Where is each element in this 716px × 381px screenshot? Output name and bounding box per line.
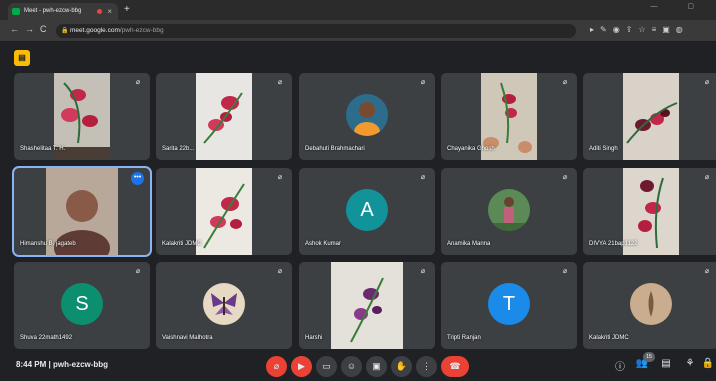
mic-muted-icon: ⌀ (562, 79, 568, 86)
participant-count-badge: 15 (643, 352, 655, 362)
mic-muted-icon: ⌀ (135, 268, 141, 275)
participant-tile[interactable]: ⌀ Kalakriti JDMC (583, 262, 716, 349)
new-tab-button[interactable]: + (124, 3, 130, 17)
participant-tile[interactable]: ⌀ Harshi (299, 262, 435, 349)
participant-name: Ashok Kumar (305, 241, 342, 247)
mic-muted-icon: ⌀ (135, 79, 141, 86)
camera-toggle-button[interactable]: ▶ (291, 356, 312, 377)
participant-name: Aditi Singh (589, 146, 618, 152)
meet-area: ▤ ⌀ Shashelitaa T. H. ⌀ Sarita 22b... ⌀ … (0, 42, 716, 381)
meet-favicon-icon (12, 8, 20, 15)
meeting-code: pwh-ezcw-bbg (52, 360, 109, 369)
more-options-button[interactable]: ••• (131, 172, 144, 185)
participant-name: DIVYA 21bap1122 (589, 241, 638, 247)
mic-muted-icon: ⌀ (277, 268, 283, 275)
mic-muted-icon: ⌀ (704, 268, 710, 275)
participant-tile[interactable]: ⌀ Shashelitaa T. H. (14, 73, 150, 160)
avatar: S (61, 282, 103, 325)
mic-muted-icon: ⌀ (562, 268, 568, 275)
video-feed (196, 73, 252, 160)
participant-name: Harshi (305, 335, 323, 341)
avatar (488, 188, 530, 231)
separator: | (48, 360, 51, 369)
more-options-icon[interactable]: ⋮ (416, 356, 437, 377)
leave-call-button[interactable]: ☎ (441, 356, 469, 377)
meeting-time: 8:44 PM (16, 360, 47, 369)
recording-dot-icon (97, 9, 102, 14)
avatar (346, 93, 388, 136)
browser-tab-strip: Meet - pwh-ezcw-bbg × + — ▢ (0, 0, 716, 20)
participant-name: Shashelitaa T. H. (20, 146, 66, 152)
video-feed (623, 73, 679, 160)
notes-icon[interactable]: ▤ (14, 50, 30, 66)
window-controls[interactable]: — ▢ (650, 2, 708, 10)
raise-hand-button[interactable]: ✋ (391, 356, 412, 377)
lock-icon: 🔒 (61, 28, 69, 34)
browser-tab[interactable]: Meet - pwh-ezcw-bbg × (8, 3, 118, 20)
mic-muted-icon: ⌀ (420, 174, 426, 181)
participant-name: Sarita 22b... (162, 146, 195, 152)
mic-muted-icon: ⌀ (420, 268, 426, 275)
participant-tile[interactable]: ⌀ DIVYA 21bap1122 (583, 168, 716, 255)
participant-name: Himanshu B. jagateb (20, 241, 76, 247)
participant-tile[interactable]: ⌀ Anamika Manna (441, 168, 577, 255)
avatar: A (346, 188, 388, 231)
activities-icon[interactable]: ⚘ (682, 358, 698, 369)
video-feed (196, 168, 252, 255)
participant-tile[interactable]: S ⌀ Shuva 22math1492 (14, 262, 150, 349)
navigation-buttons[interactable]: ←→C (10, 24, 53, 34)
video-feed (331, 262, 403, 349)
mic-muted-icon: ⌀ (277, 79, 283, 86)
participant-tile[interactable]: ⌀ Aditi Singh (583, 73, 716, 160)
participant-tile[interactable]: A ⌀ Ashok Kumar (299, 168, 435, 255)
avatar (203, 282, 245, 325)
address-bar-row: ←→C 🔒 meet.google.com/pwh-ezcw-bbg ▸✎◉⇪☆… (0, 20, 716, 42)
participant-name: Kalakriti JDMC (589, 335, 629, 341)
avatar: T (488, 282, 530, 325)
emoji-reactions-button[interactable]: ☺ (341, 356, 362, 377)
participant-name: Kalakriti JDMC (162, 241, 202, 247)
mic-toggle-button[interactable]: ⌀ (266, 356, 287, 377)
mic-muted-icon: ⌀ (704, 79, 710, 86)
participant-name: Debahuti Brahmachari (305, 146, 365, 152)
participant-name: Chayanika Ghosh (447, 146, 495, 152)
chat-icon[interactable]: ▤ (658, 358, 674, 369)
extensions-area[interactable]: ▸✎◉⇪☆≡▣◍ (590, 25, 689, 34)
participant-name: Vaishnavi Malhotra (162, 335, 213, 341)
participant-tile[interactable]: ⌀ Debahuti Brahmachari (299, 73, 435, 160)
participant-tile-active[interactable]: ••• Himanshu B. jagateb (12, 166, 152, 257)
url-field[interactable]: 🔒 meet.google.com/pwh-ezcw-bbg (56, 24, 576, 38)
info-icon[interactable]: ⓘ (612, 358, 628, 373)
participant-tile[interactable]: ⌀ Chayanika Ghosh (441, 73, 577, 160)
tab-title: Meet - pwh-ezcw-bbg (24, 8, 82, 14)
participant-name: Tripti Ranjan (447, 335, 481, 341)
participant-tile[interactable]: ⌀ Kalakriti JDMC (156, 168, 292, 255)
mic-muted-icon: ⌀ (562, 174, 568, 181)
host-controls-icon[interactable]: 🔒 (700, 358, 716, 369)
present-screen-button[interactable]: ▣ (366, 356, 387, 377)
participant-name: Shuva 22math1492 (20, 335, 73, 341)
participant-tile[interactable]: T ⌀ Tripti Ranjan (441, 262, 577, 349)
mic-muted-icon: ⌀ (420, 79, 426, 86)
mic-muted-icon: ⌀ (277, 174, 283, 181)
meeting-time-and-code: 8:44 PM | pwh-ezcw-bbg (16, 360, 108, 369)
participant-tile[interactable]: ⌀ Sarita 22b... (156, 73, 292, 160)
participant-name: Anamika Manna (447, 241, 491, 247)
mic-muted-icon: ⌀ (704, 174, 710, 181)
meeting-control-bar: 8:44 PM | pwh-ezcw-bbg ⌀ ▶ ▭ ☺ ▣ ✋ ⋮ ☎ ⓘ… (0, 352, 716, 381)
url-host: meet.google.com (70, 27, 120, 34)
participant-tile[interactable]: ⌀ Vaishnavi Malhotra (156, 262, 292, 349)
close-tab-button[interactable]: × (107, 3, 112, 20)
captions-button[interactable]: ▭ (316, 356, 337, 377)
url-path: /pwh-ezcw-bbg (119, 27, 164, 34)
avatar (630, 282, 672, 325)
